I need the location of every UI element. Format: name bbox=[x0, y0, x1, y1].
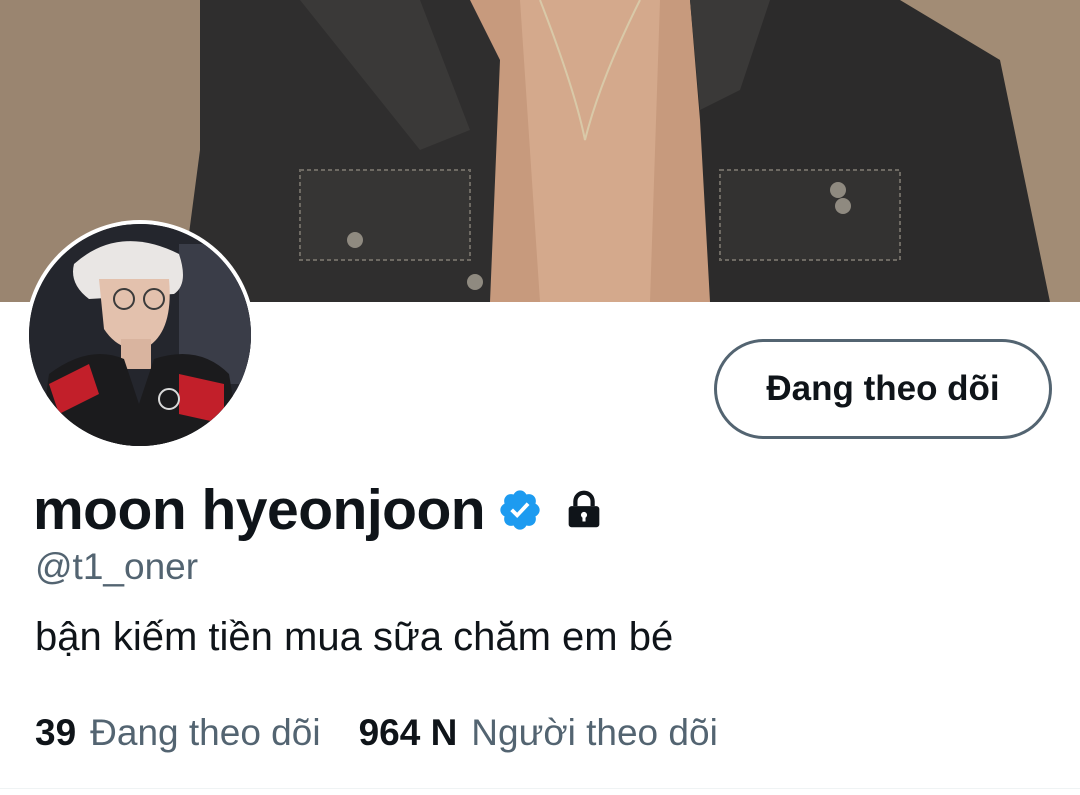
profile-bio: bận kiếm tiền mua sữa chăm em bé bbox=[35, 615, 674, 659]
following-label: Đang theo dõi bbox=[90, 712, 321, 753]
profile-avatar[interactable] bbox=[25, 220, 255, 450]
following-stat[interactable]: 39 Đang theo dõi bbox=[35, 712, 321, 754]
profile-name-row: moon hyeonjoon bbox=[33, 470, 607, 550]
followers-stat[interactable]: 964 N Người theo dõi bbox=[359, 712, 718, 754]
lock-icon bbox=[561, 487, 607, 533]
profile-handle: @t1_oner bbox=[35, 546, 199, 587]
display-name: moon hyeonjoon bbox=[33, 478, 486, 542]
followers-label: Người theo dõi bbox=[471, 712, 718, 753]
avatar-photo bbox=[29, 224, 251, 446]
followers-count: 964 N bbox=[358, 712, 458, 753]
following-button[interactable]: Đang theo dõi bbox=[714, 339, 1052, 439]
section-divider bbox=[0, 788, 1080, 789]
profile-stats: 39 Đang theo dõi 964 N Người theo dõi bbox=[35, 712, 718, 754]
following-count: 39 bbox=[35, 712, 77, 753]
verified-badge-icon[interactable] bbox=[497, 487, 543, 533]
